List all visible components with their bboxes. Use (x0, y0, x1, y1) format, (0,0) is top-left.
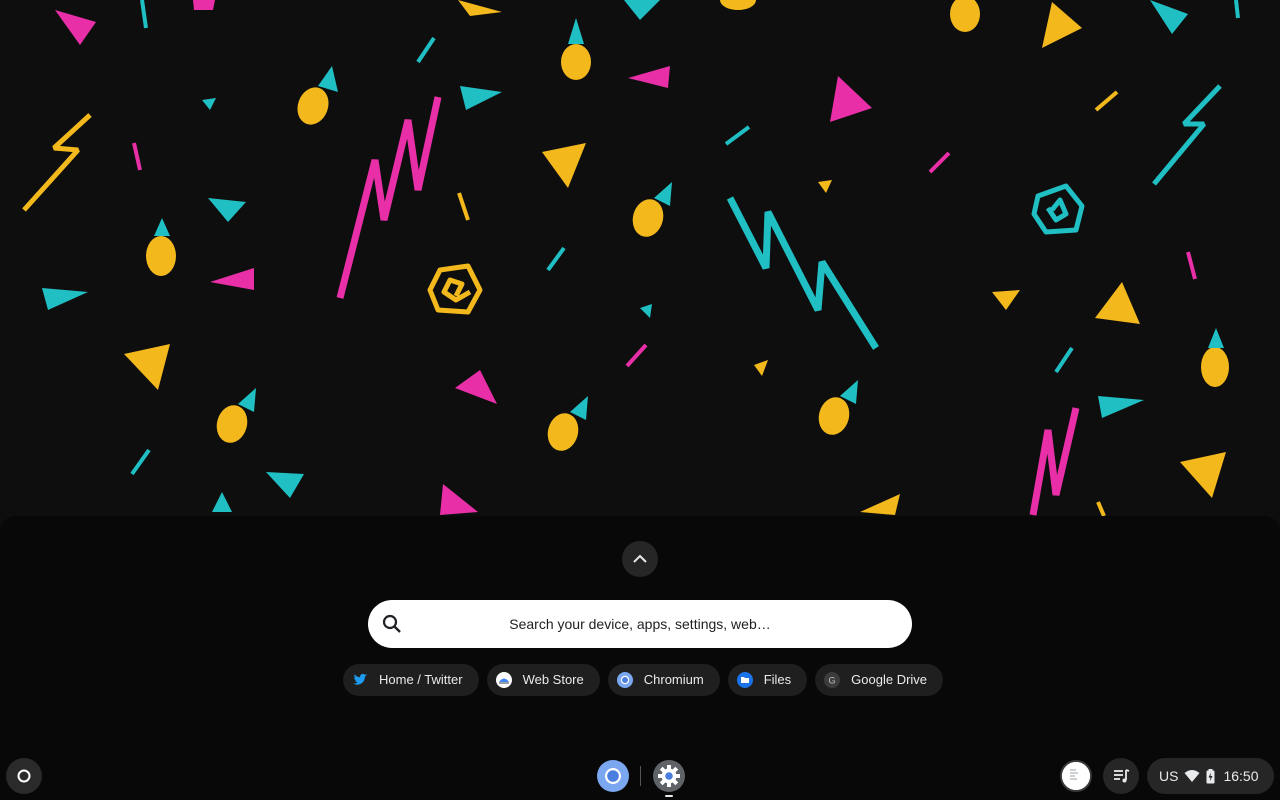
files-icon (736, 671, 754, 689)
shelf-app-chromium[interactable] (596, 759, 630, 793)
chip-files[interactable]: Files (727, 664, 808, 696)
suggestion-chips: Home / Twitter Web Store Chromium Files … (343, 664, 944, 696)
expand-launcher-button[interactable] (622, 541, 658, 577)
google-drive-icon: G (823, 671, 841, 689)
chip-chromium[interactable]: Chromium (607, 664, 720, 696)
shelf-divider (640, 766, 641, 786)
chip-web-store[interactable]: Web Store (486, 664, 600, 696)
svg-text:G: G (829, 676, 836, 686)
chip-home-twitter[interactable]: Home / Twitter (343, 664, 479, 696)
launcher-search-box[interactable]: Search your device, apps, settings, web… (368, 600, 912, 648)
battery-charging-icon (1206, 768, 1215, 784)
chip-google-drive[interactable]: G Google Drive (815, 664, 944, 696)
settings-gear-icon (653, 760, 685, 792)
chip-label: Chromium (643, 672, 704, 687)
chip-label: Home / Twitter (379, 672, 463, 687)
chromium-icon (616, 671, 634, 689)
circle-launcher-icon (17, 769, 31, 783)
chromium-icon (597, 760, 629, 792)
web-store-icon (495, 671, 513, 689)
media-controls-button[interactable] (1103, 758, 1139, 794)
ime-indicator: US (1159, 768, 1179, 784)
clock: 16:50 (1223, 768, 1259, 784)
search-icon (382, 614, 401, 633)
chip-label: Google Drive (851, 672, 928, 687)
holding-space-tray[interactable] (1060, 760, 1092, 792)
shelf-app-settings[interactable] (652, 759, 686, 793)
chip-label: Files (763, 672, 792, 687)
chip-label: Web Store (522, 672, 584, 687)
wifi-icon (1184, 769, 1200, 783)
screenshot-thumbnail-icon (1062, 762, 1090, 790)
launcher-button[interactable] (6, 758, 42, 794)
media-playlist-icon (1114, 769, 1130, 783)
twitter-icon (351, 671, 369, 689)
status-area[interactable]: US 16:50 (1147, 758, 1274, 794)
running-indicator (665, 795, 673, 797)
chromeos-desktop: Search your device, apps, settings, web…… (0, 0, 1280, 800)
chevron-up-icon (633, 554, 647, 563)
search-placeholder: Search your device, apps, settings, web… (509, 616, 771, 632)
